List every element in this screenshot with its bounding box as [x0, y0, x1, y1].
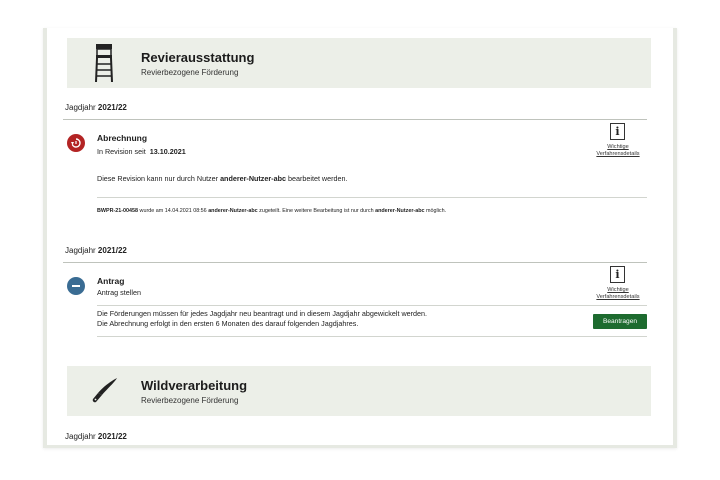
hunting-stand-icon — [89, 44, 119, 82]
description-line1: Die Förderungen müssen für jedes Jagdjah… — [97, 309, 428, 318]
card-divider — [97, 305, 647, 306]
section-heading: Wildverarbeitung Revierbezogene Förderun… — [141, 378, 247, 405]
year-heading: Jagdjahr 2021/22 — [65, 432, 127, 441]
card-title: Abrechnung — [97, 133, 148, 143]
info-link-line2: Verfahrensdetails — [596, 294, 640, 300]
section-title: Revierausstattung — [141, 49, 255, 65]
info-link-line2: Verfahrensdetails — [596, 151, 640, 157]
year-value: 2021/22 — [97, 103, 127, 112]
status-prefix: In Revision seit — [97, 147, 146, 156]
status-date: 13.10.2021 — [149, 147, 186, 156]
year-prefix: Jagdjahr — [65, 103, 96, 112]
section-subtitle: Revierbezogene Förderung — [141, 67, 239, 77]
beantragen-button[interactable]: Beantragen — [593, 314, 647, 329]
note-id: BWPR-21-00458 — [97, 208, 139, 214]
section-header-revierausstattung: Revierausstattung Revierbezogene Förderu… — [67, 38, 651, 88]
section-header-wildverarbeitung: Wildverarbeitung Revierbezogene Förderun… — [67, 366, 651, 416]
year-value: 2021/22 — [97, 246, 127, 255]
info-link-line1: Wichtige — [607, 144, 629, 150]
revision-message: Diese Revision kann nur durch Nutzer and… — [97, 174, 348, 184]
antrag-description: Die Förderungen müssen für jedes Jagdjah… — [97, 309, 427, 329]
info-details-link[interactable]: Wichtige Verfahrensdetails — [590, 144, 646, 158]
info-details-link[interactable]: Wichtige Verfahrensdetails — [590, 287, 646, 301]
description-line2: Die Abrechnung erfolgt in den ersten 6 M… — [97, 319, 359, 328]
note-end: möglich. — [426, 208, 447, 214]
card-bottom-divider — [97, 336, 647, 337]
card-antrag: Antrag Antrag stellen i Wichtige Verfahr… — [65, 262, 647, 344]
year-heading: Jagdjahr 2021/22 — [65, 103, 127, 112]
message-prefix: Diese Revision kann nur durch Nutzer — [97, 174, 219, 183]
card-title: Antrag — [97, 276, 125, 286]
note-user1: anderer-Nutzer-abc — [208, 208, 258, 214]
card-status: In Revision seit 13.10.2021 — [97, 147, 186, 156]
card-divider — [97, 197, 647, 198]
knife-icon — [89, 372, 119, 410]
message-suffix: bearbeitet werden. — [287, 174, 348, 183]
year-heading: Jagdjahr 2021/22 — [65, 246, 127, 255]
note-user2: anderer-Nutzer-abc — [375, 208, 425, 214]
section-subtitle: Revierbezogene Förderung — [141, 395, 239, 405]
info-link-line1: Wichtige — [607, 287, 629, 293]
minus-circle-icon — [67, 277, 85, 295]
year-prefix: Jagdjahr — [65, 432, 96, 441]
info-icon[interactable]: i — [610, 123, 625, 140]
card-abrechnung: Abrechnung In Revision seit 13.10.2021 i… — [65, 119, 647, 219]
assignment-note: BWPR-21-00458 wurde am 14.04.2021 08:56 … — [97, 208, 446, 214]
note-mid2: zugeteilt. Eine weitere Bearbeitung ist … — [259, 208, 374, 214]
year-prefix: Jagdjahr — [65, 246, 96, 255]
info-icon[interactable]: i — [610, 266, 625, 283]
note-mid1: wurde am 14.04.2021 08:56 — [139, 208, 207, 214]
section-heading: Revierausstattung Revierbezogene Förderu… — [141, 50, 254, 77]
revision-icon — [67, 134, 85, 152]
year-value: 2021/22 — [97, 432, 127, 441]
main-frame: Revierausstattung Revierbezogene Förderu… — [43, 28, 677, 448]
section-title: Wildverarbeitung — [141, 377, 248, 393]
card-subtitle: Antrag stellen — [97, 288, 141, 297]
message-user: anderer-Nutzer-abc — [220, 174, 286, 183]
